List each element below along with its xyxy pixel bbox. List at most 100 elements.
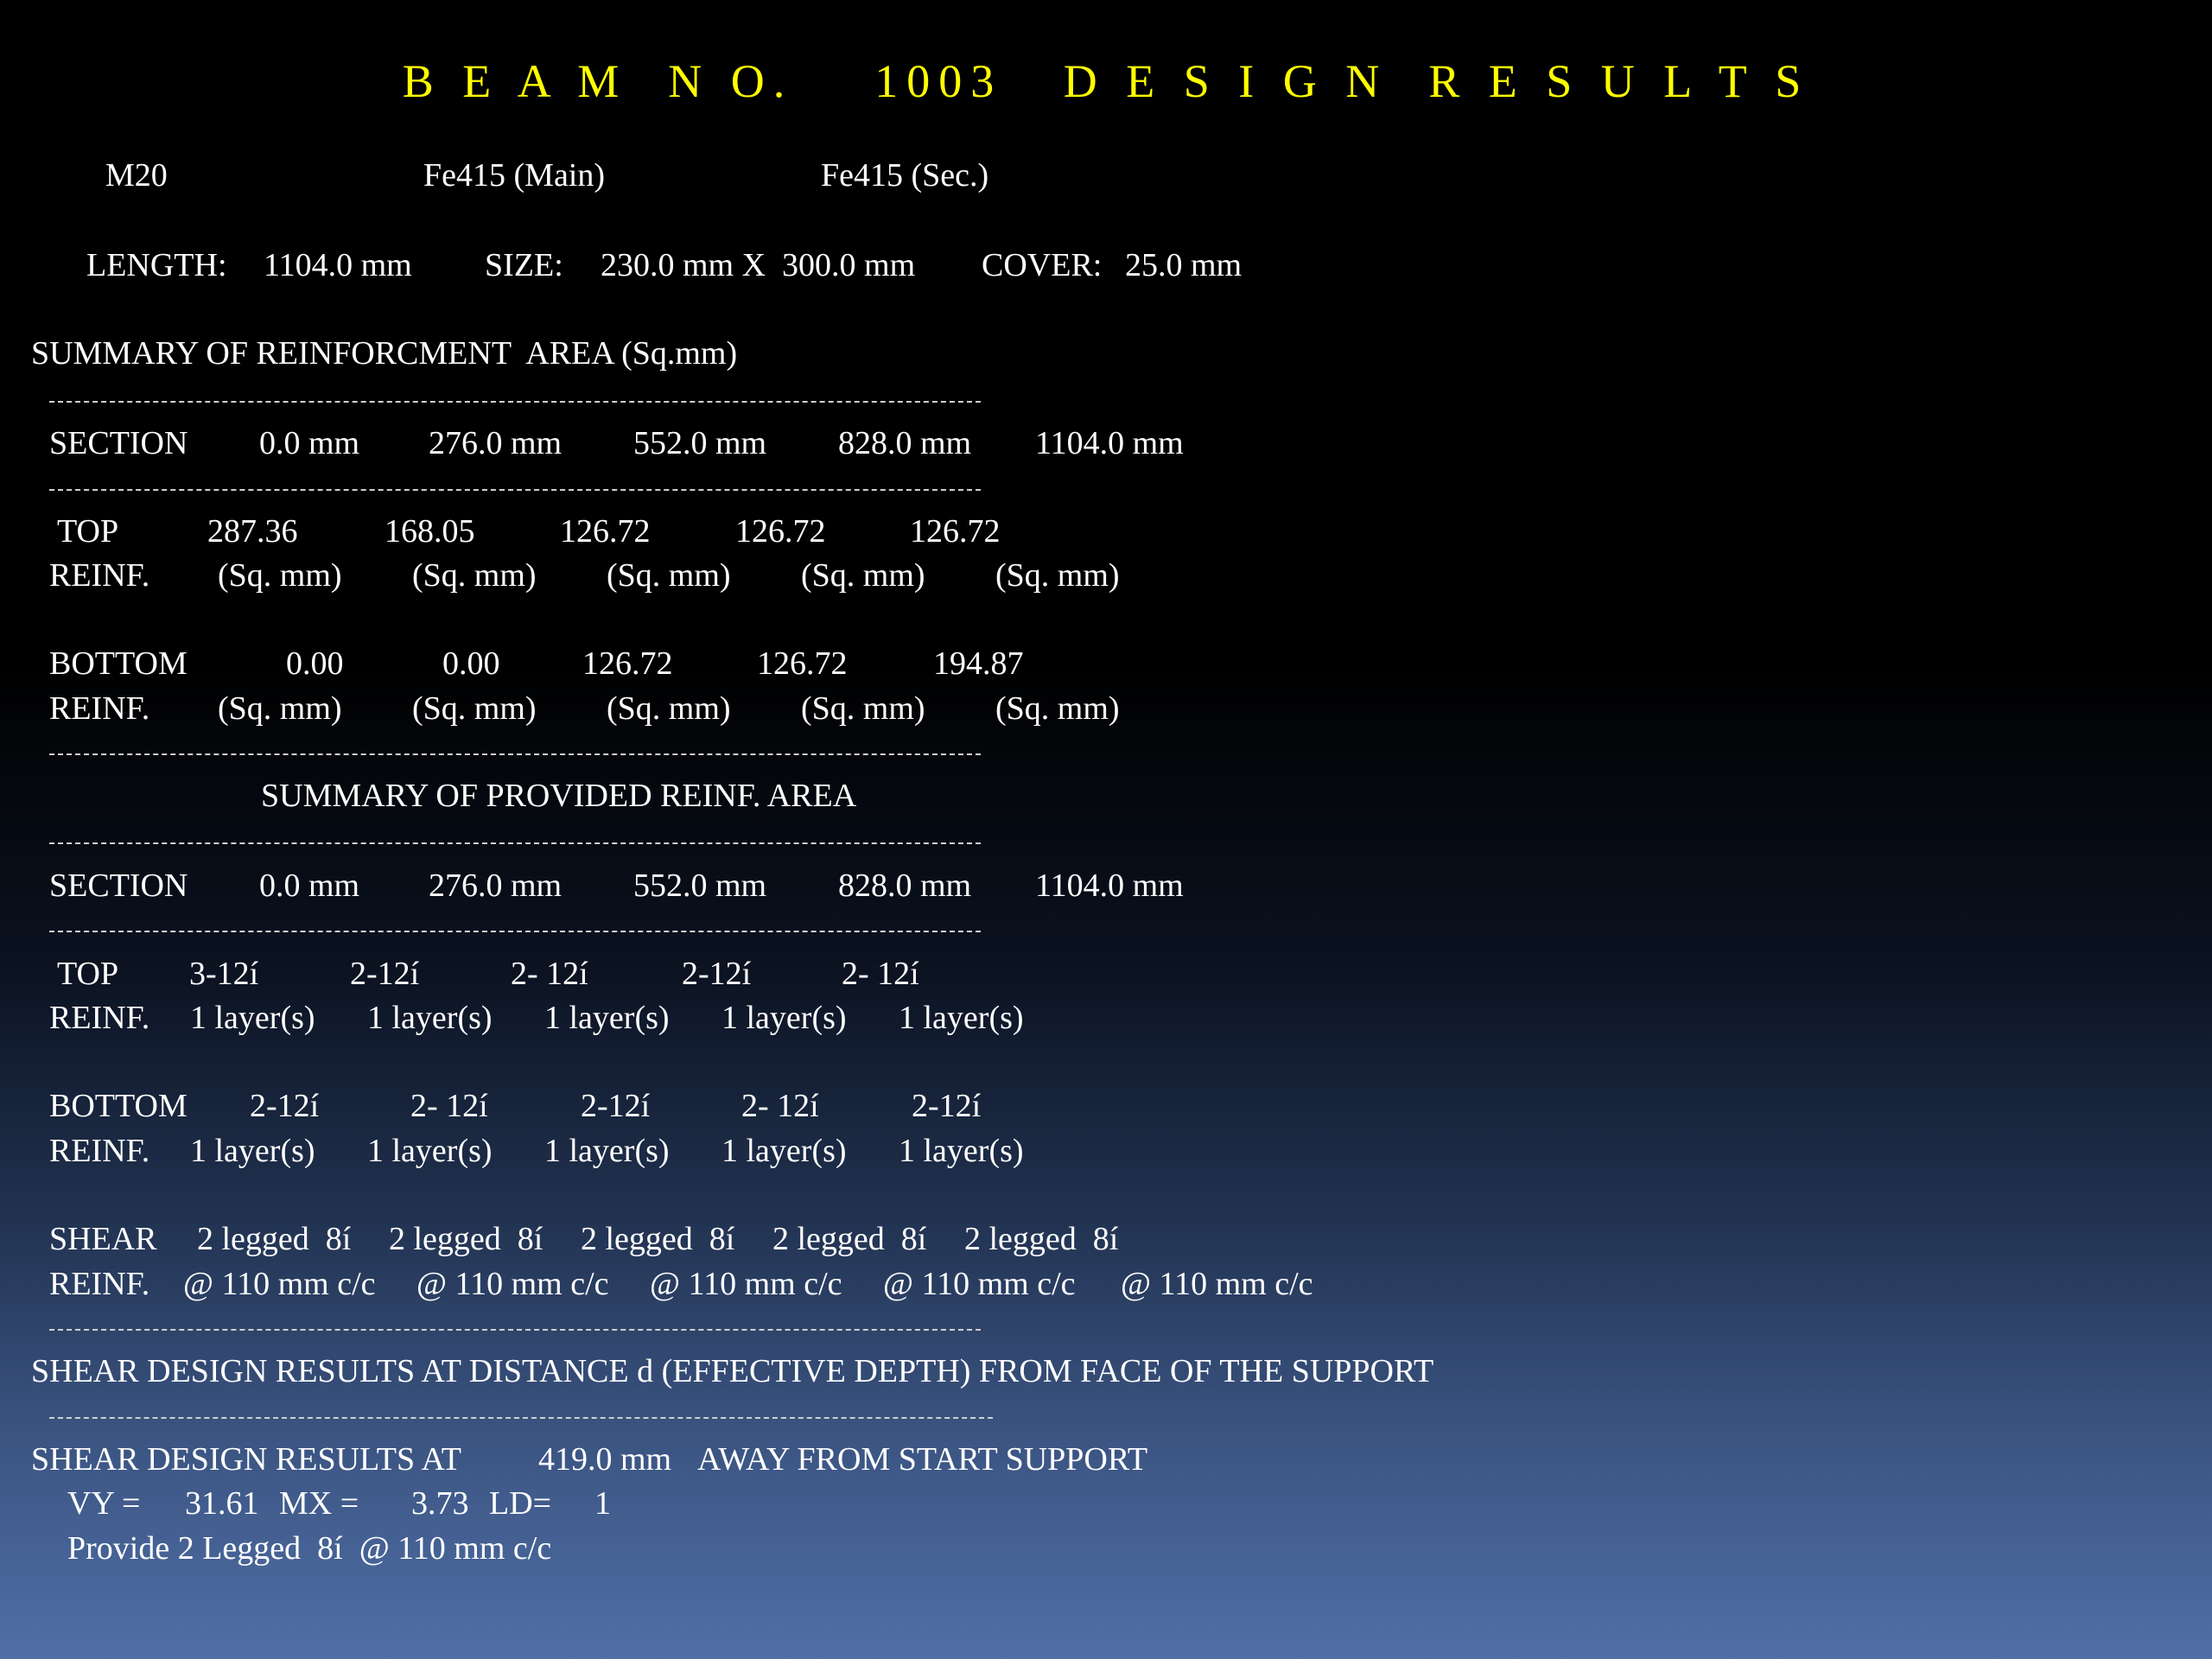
cover-label: COVER:: [982, 247, 1103, 283]
main-steel-grade: Fe415 (Main): [423, 157, 606, 194]
provided-shear-row: SHEAR 2 legged 8í 2 legged 8í 2 legged 8…: [0, 1219, 2212, 1259]
bar-cell: 2-12í: [581, 1088, 651, 1124]
area-cell: 168.05: [385, 513, 475, 550]
section-label: SECTION: [49, 425, 188, 461]
required-bottom-row: BOTTOM 0.00 0.00 126.72 126.72 194.87: [0, 644, 2212, 683]
section-cell: 828.0 mm: [838, 425, 972, 461]
top-label: TOP: [57, 513, 119, 550]
shear-location-row: SHEAR DESIGN RESULTS AT 419.0 mm AWAY FR…: [0, 1440, 2212, 1479]
provided-top-row: TOP 3-12í 2-12í 2- 12í 2-12í 2- 12í: [0, 954, 2212, 994]
reinf-label: REINF.: [49, 690, 150, 727]
unit-cell: (Sq. mm): [995, 690, 1120, 727]
unit-cell: (Sq. mm): [607, 690, 731, 727]
section-cell: 552.0 mm: [633, 868, 767, 904]
section-cell: 1104.0 mm: [1035, 868, 1184, 904]
bar-cell: 2- 12í: [511, 956, 588, 992]
divider: [49, 489, 981, 491]
section-label: SECTION: [49, 868, 188, 904]
unit-cell: (Sq. mm): [412, 690, 537, 727]
area-cell: 126.72: [735, 513, 826, 550]
page-title: B E A M N O. 1003 D E S I G N R E S U L …: [402, 55, 1810, 107]
bottom-label: BOTTOM: [49, 645, 188, 682]
spacing-cell: @ 110 mm c/c: [883, 1266, 1076, 1302]
divider: [49, 753, 981, 755]
ld-label: LD=: [489, 1485, 552, 1522]
bar-cell: 2-12í: [250, 1088, 320, 1124]
divider: [49, 401, 981, 403]
provided-summary-heading: SUMMARY OF PROVIDED REINF. AREA: [261, 778, 857, 814]
area-cell: 0.00: [442, 645, 500, 682]
spacing-cell: @ 110 mm c/c: [1121, 1266, 1313, 1302]
bar-cell: 3-12í: [189, 956, 259, 992]
area-cell: 126.72: [560, 513, 651, 550]
section-cell: 552.0 mm: [633, 425, 767, 461]
spacing-cell: @ 110 mm c/c: [650, 1266, 842, 1302]
provided-top-layer-row: REINF. 1 layer(s) 1 layer(s) 1 layer(s) …: [0, 998, 2212, 1038]
shear-label: SHEAR: [49, 1221, 157, 1257]
area-cell: 126.72: [757, 645, 848, 682]
shear-forces-row: VY = 31.61 MX = 3.73 LD= 1: [0, 1484, 2212, 1523]
spacing-cell: @ 110 mm c/c: [183, 1266, 376, 1302]
mx-label: MX =: [279, 1485, 359, 1522]
area-cell: 126.72: [582, 645, 673, 682]
unit-cell: (Sq. mm): [801, 690, 925, 727]
area-cell: 194.87: [933, 645, 1024, 682]
provide-stirrups: Provide 2 Legged 8í @ 110 mm c/c: [67, 1530, 552, 1567]
divider: [49, 1329, 981, 1331]
cover-value: 25.0 mm: [1125, 247, 1243, 283]
shear-cell: 2 legged 8í: [197, 1221, 352, 1257]
area-cell: 287.36: [207, 513, 298, 550]
bar-cell: 2- 12í: [842, 956, 919, 992]
reinf-label: REINF.: [49, 557, 150, 594]
length-label: LENGTH:: [86, 247, 227, 283]
unit-cell: (Sq. mm): [801, 557, 925, 594]
layer-cell: 1 layer(s): [367, 1133, 493, 1169]
length-value: 1104.0 mm: [264, 247, 412, 283]
layer-cell: 1 layer(s): [899, 1000, 1024, 1036]
vy-label: VY =: [67, 1485, 141, 1522]
divider: [49, 842, 981, 844]
slide: B E A M N O. 1003 D E S I G N R E S U L …: [0, 0, 2212, 1659]
required-section-row: SECTION 0.0 mm 276.0 mm 552.0 mm 828.0 m…: [0, 423, 2212, 463]
bar-cell: 2- 12í: [410, 1088, 488, 1124]
shear-at-prefix: SHEAR DESIGN RESULTS AT: [31, 1441, 461, 1478]
layer-cell: 1 layer(s): [190, 1133, 315, 1169]
mx-value: 3.73: [411, 1485, 469, 1522]
size-value: 230.0 mm X 300.0 mm: [601, 247, 916, 283]
provided-section-row: SECTION 0.0 mm 276.0 mm 552.0 mm 828.0 m…: [0, 866, 2212, 906]
divider: [49, 931, 981, 932]
divider: [49, 1417, 993, 1419]
bar-cell: 2-12í: [350, 956, 420, 992]
shear-design-heading: SHEAR DESIGN RESULTS AT DISTANCE d (EFFE…: [31, 1353, 1434, 1389]
unit-cell: (Sq. mm): [218, 557, 342, 594]
spacing-cell: @ 110 mm c/c: [416, 1266, 609, 1302]
layer-cell: 1 layer(s): [544, 1133, 670, 1169]
size-label: SIZE:: [485, 247, 563, 283]
concrete-grade: M20: [105, 157, 168, 194]
required-bottom-unit-row: REINF. (Sq. mm) (Sq. mm) (Sq. mm) (Sq. m…: [0, 689, 2212, 728]
provided-shear-spacing-row: REINF. @ 110 mm c/c @ 110 mm c/c @ 110 m…: [0, 1264, 2212, 1304]
area-cell: 0.00: [286, 645, 344, 682]
shear-distance: 419.0 mm: [538, 1441, 672, 1478]
shear-cell: 2 legged 8í: [389, 1221, 543, 1257]
section-cell: 0.0 mm: [259, 868, 360, 904]
shear-at-suffix: AWAY FROM START SUPPORT: [697, 1441, 1148, 1478]
unit-cell: (Sq. mm): [995, 557, 1120, 594]
layer-cell: 1 layer(s): [190, 1000, 315, 1036]
shear-cell: 2 legged 8í: [581, 1221, 735, 1257]
section-cell: 276.0 mm: [429, 868, 563, 904]
provided-bottom-layer-row: REINF. 1 layer(s) 1 layer(s) 1 layer(s) …: [0, 1131, 2212, 1171]
layer-cell: 1 layer(s): [367, 1000, 493, 1036]
secondary-steel-grade: Fe415 (Sec.): [821, 157, 989, 194]
bottom-label: BOTTOM: [49, 1088, 188, 1124]
reinf-label: REINF.: [49, 1000, 150, 1036]
bar-cell: 2- 12í: [741, 1088, 819, 1124]
area-cell: 126.72: [910, 513, 1001, 550]
unit-cell: (Sq. mm): [607, 557, 731, 594]
section-cell: 828.0 mm: [838, 868, 972, 904]
layer-cell: 1 layer(s): [899, 1133, 1024, 1169]
layer-cell: 1 layer(s): [721, 1133, 847, 1169]
unit-cell: (Sq. mm): [412, 557, 537, 594]
layer-cell: 1 layer(s): [544, 1000, 670, 1036]
top-label: TOP: [57, 956, 119, 992]
